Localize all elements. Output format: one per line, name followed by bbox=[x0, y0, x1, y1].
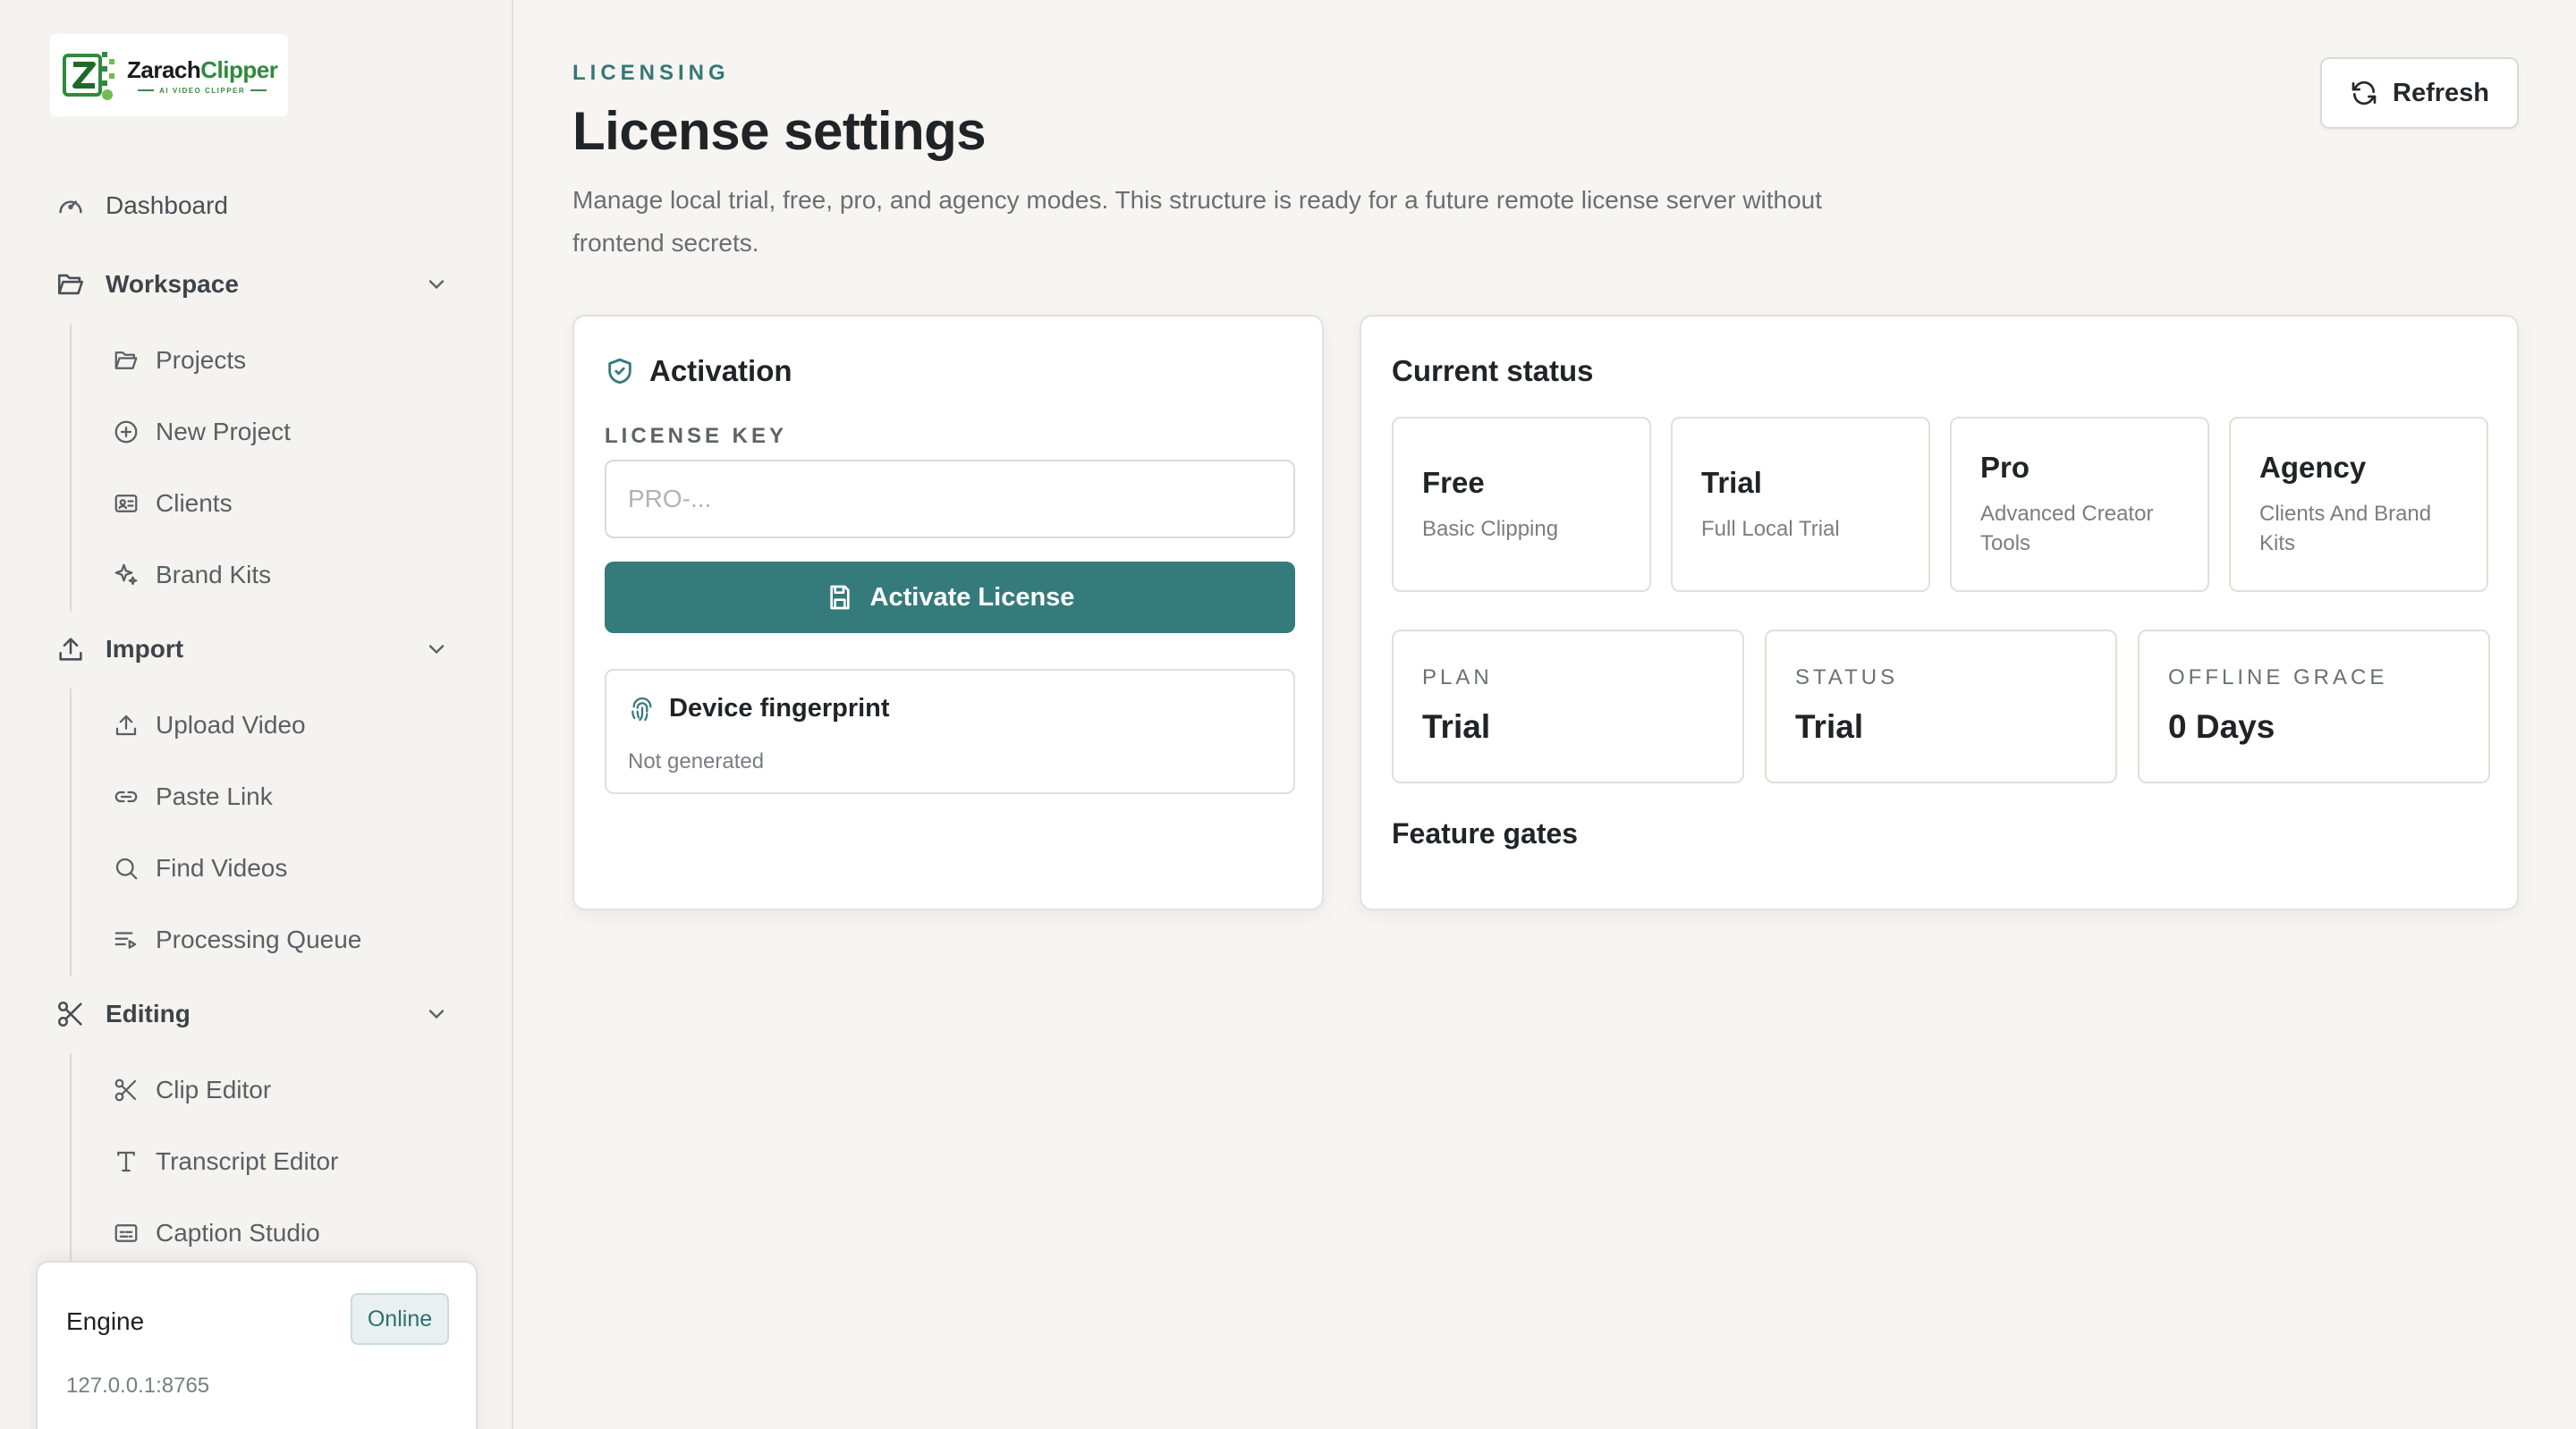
stat-tile-plan: PLAN Trial bbox=[1392, 630, 1744, 783]
page-title: License settings bbox=[572, 101, 987, 161]
upload-icon bbox=[59, 638, 82, 661]
sidebar-item-find-videos[interactable]: Find Videos bbox=[113, 854, 287, 883]
activate-license-button[interactable]: Activate License bbox=[605, 562, 1295, 633]
sidebar-section-import[interactable]: Import bbox=[55, 634, 449, 664]
app-name: ZarachClipper bbox=[127, 55, 278, 83]
license-key-input[interactable] bbox=[605, 460, 1295, 538]
fingerprint-value: Not generated bbox=[628, 749, 765, 774]
folder-open-icon bbox=[57, 274, 84, 295]
sidebar-item-new-project[interactable]: New Project bbox=[113, 418, 291, 446]
link-icon bbox=[114, 791, 138, 803]
sidebar-item-upload-video[interactable]: Upload Video bbox=[113, 711, 306, 740]
plan-tile-free: Free Basic Clipping bbox=[1392, 417, 1651, 592]
stat-tile-status: STATUS Trial bbox=[1765, 630, 2117, 783]
sidebar-item-caption-studio[interactable]: Caption Studio bbox=[113, 1219, 320, 1247]
app-logo[interactable]: ZarachClipper AI VIDEO CLIPPER bbox=[50, 34, 288, 116]
search-icon bbox=[115, 858, 138, 880]
fingerprint-title: Device fingerprint bbox=[669, 694, 890, 723]
plus-circle-icon bbox=[114, 420, 138, 444]
feature-gates-title: Feature gates bbox=[1392, 817, 1579, 850]
sidebar: ZarachClipper AI VIDEO CLIPPER Dashboard… bbox=[0, 0, 513, 1429]
sidebar-item-clip-editor[interactable]: Clip Editor bbox=[113, 1076, 271, 1104]
current-status-card: Current status Free Basic Clipping Trial… bbox=[1360, 315, 2519, 910]
captions-icon bbox=[114, 1224, 138, 1242]
gauge-icon bbox=[59, 200, 82, 214]
refresh-button[interactable]: Refresh bbox=[2320, 57, 2519, 129]
fingerprint-icon bbox=[631, 697, 652, 721]
engine-address: 127.0.0.1:8765 bbox=[66, 1374, 210, 1398]
engine-title: Engine bbox=[66, 1307, 145, 1335]
contact-card-icon bbox=[114, 495, 138, 512]
type-icon bbox=[117, 1151, 135, 1172]
app-tagline: AI VIDEO CLIPPER bbox=[159, 86, 246, 95]
sidebar-item-transcript-editor[interactable]: Transcript Editor bbox=[113, 1147, 338, 1176]
page-eyebrow: LICENSING bbox=[572, 61, 730, 85]
sidebar-item-processing-queue[interactable]: Processing Queue bbox=[113, 926, 361, 954]
stat-tile-offline-grace: OFFLINE GRACE 0 Days bbox=[2138, 630, 2490, 783]
sidebar-item-paste-link[interactable]: Paste Link bbox=[113, 782, 273, 811]
sidebar-item-projects[interactable]: Projects bbox=[113, 346, 246, 375]
current-status-title: Current status bbox=[1392, 354, 1594, 387]
sidebar-item-brand-kits[interactable]: Brand Kits bbox=[113, 561, 271, 589]
plan-tile-pro: Pro Advanced Creator Tools bbox=[1950, 417, 2209, 592]
shield-check-icon bbox=[608, 358, 631, 385]
refresh-icon bbox=[2351, 80, 2377, 106]
license-key-label: LICENSE KEY bbox=[605, 424, 788, 448]
chevron-down-icon bbox=[428, 1010, 445, 1019]
save-icon bbox=[829, 585, 850, 610]
folder-icon bbox=[114, 351, 138, 369]
activation-title: Activation bbox=[649, 354, 792, 387]
sidebar-item-clients[interactable]: Clients bbox=[113, 489, 233, 518]
engine-status-card: Engine Online 127.0.0.1:8765 bbox=[36, 1261, 478, 1429]
device-fingerprint-panel: Device fingerprint Not generated bbox=[605, 669, 1295, 794]
sidebar-item-dashboard[interactable]: Dashboard bbox=[55, 190, 228, 221]
engine-status-badge: Online bbox=[351, 1293, 449, 1345]
chevron-down-icon bbox=[428, 645, 445, 655]
activation-card: Activation LICENSE KEY Activate License … bbox=[572, 315, 1324, 910]
logo-mark-icon bbox=[63, 52, 114, 100]
plan-tile-agency: Agency Clients And Brand Kits bbox=[2229, 417, 2488, 592]
list-play-icon bbox=[114, 932, 137, 949]
sparkles-icon bbox=[114, 563, 138, 586]
sidebar-section-workspace[interactable]: Workspace bbox=[55, 269, 449, 300]
sidebar-section-editing[interactable]: Editing bbox=[55, 999, 449, 1029]
upload-icon bbox=[115, 714, 137, 736]
page-description: Manage local trial, free, pro, and agenc… bbox=[572, 186, 1823, 257]
scissors-icon bbox=[57, 1001, 82, 1027]
scissors-icon bbox=[114, 1078, 137, 1102]
plan-tile-trial: Trial Full Local Trial bbox=[1671, 417, 1930, 592]
chevron-down-icon bbox=[428, 280, 445, 290]
